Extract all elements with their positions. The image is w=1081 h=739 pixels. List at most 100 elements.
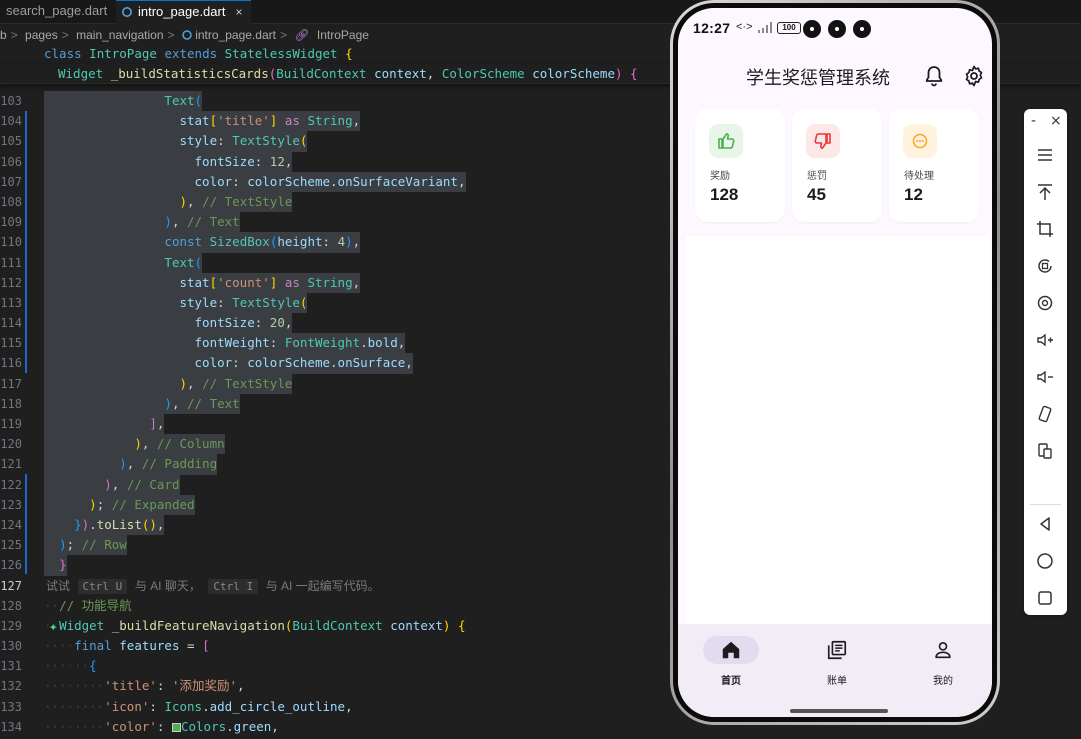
code-area[interactable]: 103 ················Text( 104 ············… xyxy=(0,91,670,737)
pin-top-icon[interactable] xyxy=(1035,182,1055,202)
statistics-cards: 奖励 128 惩罚 45 待处理 12 xyxy=(695,109,979,223)
thumb-down-icon xyxy=(814,133,831,149)
code-line: 124 ····}).toList(), xyxy=(0,514,670,536)
close-button[interactable]: × xyxy=(1050,113,1062,129)
toolbar-divider xyxy=(1030,504,1061,505)
breadcrumb-separator: > xyxy=(61,28,69,42)
crop-icon[interactable] xyxy=(1035,219,1055,239)
code-line: 117 ··················),·// TextStyle xyxy=(0,373,670,394)
param: colorScheme xyxy=(532,66,615,81)
bottom-navigation: 首页 账单 我的 xyxy=(678,624,992,717)
rotate-device-icon[interactable] xyxy=(1035,404,1055,424)
status-time: 12:27 xyxy=(693,20,731,36)
multi-device-icon[interactable] xyxy=(1035,441,1055,461)
bell-icon[interactable] xyxy=(922,64,946,88)
dart-file-icon xyxy=(122,7,132,17)
code-line: 110 ················const·SizedBox(height… xyxy=(0,232,670,253)
type-name: StatelessWidget xyxy=(224,46,338,61)
phone-screen[interactable]: 12:27 <·> 100 学生奖惩管理系统 奖励 128 惩罚 45 待处理 … xyxy=(678,8,992,717)
ai-hint-text: 试试 xyxy=(46,578,71,593)
stat-card-reward[interactable]: 奖励 128 xyxy=(695,109,785,222)
code-line: 113 ··················style:·TextStyle( xyxy=(0,292,670,314)
code-line: 131 ······{ xyxy=(0,658,97,674)
home-icon xyxy=(722,641,740,659)
pending-icon xyxy=(912,133,928,149)
camera-cutout-icon xyxy=(828,20,846,38)
code-line: 121 ··········),·// Padding xyxy=(0,454,670,475)
icon-badge xyxy=(903,124,937,158)
tab-intro-page[interactable]: intro_page.dart × xyxy=(116,0,251,24)
ai-sparkle-icon[interactable]: ✦ xyxy=(49,617,57,637)
code-line: 104 ··················stat['title']·as·St… xyxy=(0,111,670,132)
brace: ) { xyxy=(614,66,638,81)
code-line: 107 ····················color:·colorSchem… xyxy=(0,171,670,192)
keyword: class xyxy=(44,46,82,61)
type-name: Widget xyxy=(58,66,104,81)
breadcrumb-item[interactable]: b xyxy=(0,28,7,42)
icon-badge xyxy=(709,124,743,158)
breadcrumb-separator: > xyxy=(167,28,175,42)
code-line: 105 ··················style:·TextStyle( xyxy=(0,131,670,152)
code-line: 129 ··Widget _buildFeatureNavigation(Buil… xyxy=(0,616,670,636)
close-tab-icon[interactable]: × xyxy=(235,5,242,19)
phone-emulator: 12:27 <·> 100 学生奖惩管理系统 奖励 128 惩罚 45 待处理 … xyxy=(670,0,1000,725)
person-icon xyxy=(935,642,951,659)
code-line: 122 ········),·// Card xyxy=(0,474,670,495)
icon-badge xyxy=(806,124,840,158)
emulator-toolbar: - × xyxy=(1024,109,1067,615)
keyword: extends xyxy=(164,46,218,61)
code-line: 112 ··················stat['count']·as·St… xyxy=(0,272,670,293)
tab-label: intro_page.dart xyxy=(138,4,226,19)
breadcrumb-item[interactable]: pages xyxy=(25,28,58,42)
nav-item-home[interactable]: 首页 xyxy=(681,634,781,694)
param: context xyxy=(374,66,427,81)
type-name: ColorScheme xyxy=(441,66,525,81)
gear-icon[interactable] xyxy=(962,64,986,88)
code-line: 125 ··);·// Row xyxy=(0,535,670,556)
tab-search-page[interactable]: search_page.dart xyxy=(0,0,115,24)
code-line: 128 ··// 功能导航 xyxy=(0,597,132,613)
screenshot-icon[interactable] xyxy=(1035,293,1055,313)
breadcrumb-item[interactable]: intro_page.dart xyxy=(195,28,276,42)
recent-apps-icon[interactable] xyxy=(1035,588,1055,608)
code-line: 115 ····················fontWeight:·FontW… xyxy=(0,333,670,354)
home-circle-icon[interactable] xyxy=(1035,551,1055,571)
back-icon[interactable] xyxy=(1035,514,1055,534)
class-name: IntroPage xyxy=(89,46,157,61)
minimize-button[interactable]: - xyxy=(1031,113,1036,129)
code-line: 106 ····················fontSize:·12, xyxy=(0,151,670,172)
content-area xyxy=(686,236,990,624)
data-transfer-icon: <·> xyxy=(736,21,753,33)
stat-count: 128 xyxy=(710,185,739,204)
breadcrumb: b > pages > main_navigation > intro_page.da… xyxy=(0,26,373,44)
menu-icon[interactable] xyxy=(1035,145,1055,165)
nav-item-ledger[interactable]: 账单 xyxy=(787,634,887,694)
stat-card-punishment[interactable]: 惩罚 45 xyxy=(792,109,882,222)
code-line: 120 ············),·// Column xyxy=(0,434,670,455)
stat-label: 惩罚 xyxy=(807,171,827,182)
ai-hint-text: 与 AI 聊天， xyxy=(134,578,201,593)
breadcrumb-item[interactable]: main_navigation xyxy=(76,28,163,42)
rotate-icon[interactable] xyxy=(1035,256,1055,276)
class-symbol-icon: 🔗︎ xyxy=(294,28,310,42)
code-line: 103 ················Text( xyxy=(0,91,670,112)
notification-dot-icon xyxy=(853,20,871,38)
breadcrumb-item[interactable]: IntroPage xyxy=(317,28,369,42)
thumb-up-icon xyxy=(718,133,735,149)
stat-card-pending[interactable]: 待处理 12 xyxy=(889,109,979,222)
gesture-home-bar[interactable] xyxy=(790,709,888,713)
app-bar: 学生奖惩管理系统 xyxy=(678,48,992,104)
nav-label: 我的 xyxy=(933,676,953,687)
nav-label: 首页 xyxy=(721,676,741,687)
volume-down-icon[interactable] xyxy=(1035,367,1055,387)
signal-icon xyxy=(758,22,772,33)
volume-up-icon[interactable] xyxy=(1035,330,1055,350)
nav-item-profile[interactable]: 我的 xyxy=(893,634,992,694)
shortcut-key: Ctrl I xyxy=(208,578,259,594)
code-line-current: 127 试试 Ctrl U 与 AI 聊天， Ctrl I 与 AI 一起编写代码… xyxy=(0,578,380,594)
app-title: 学生奖惩管理系统 xyxy=(746,68,890,89)
code-line: 116 ····················color:·colorSchem… xyxy=(0,353,670,374)
code-line: 109 ················),·// Text xyxy=(0,212,670,233)
stat-count: 12 xyxy=(904,185,923,204)
stat-label: 奖励 xyxy=(710,171,730,182)
